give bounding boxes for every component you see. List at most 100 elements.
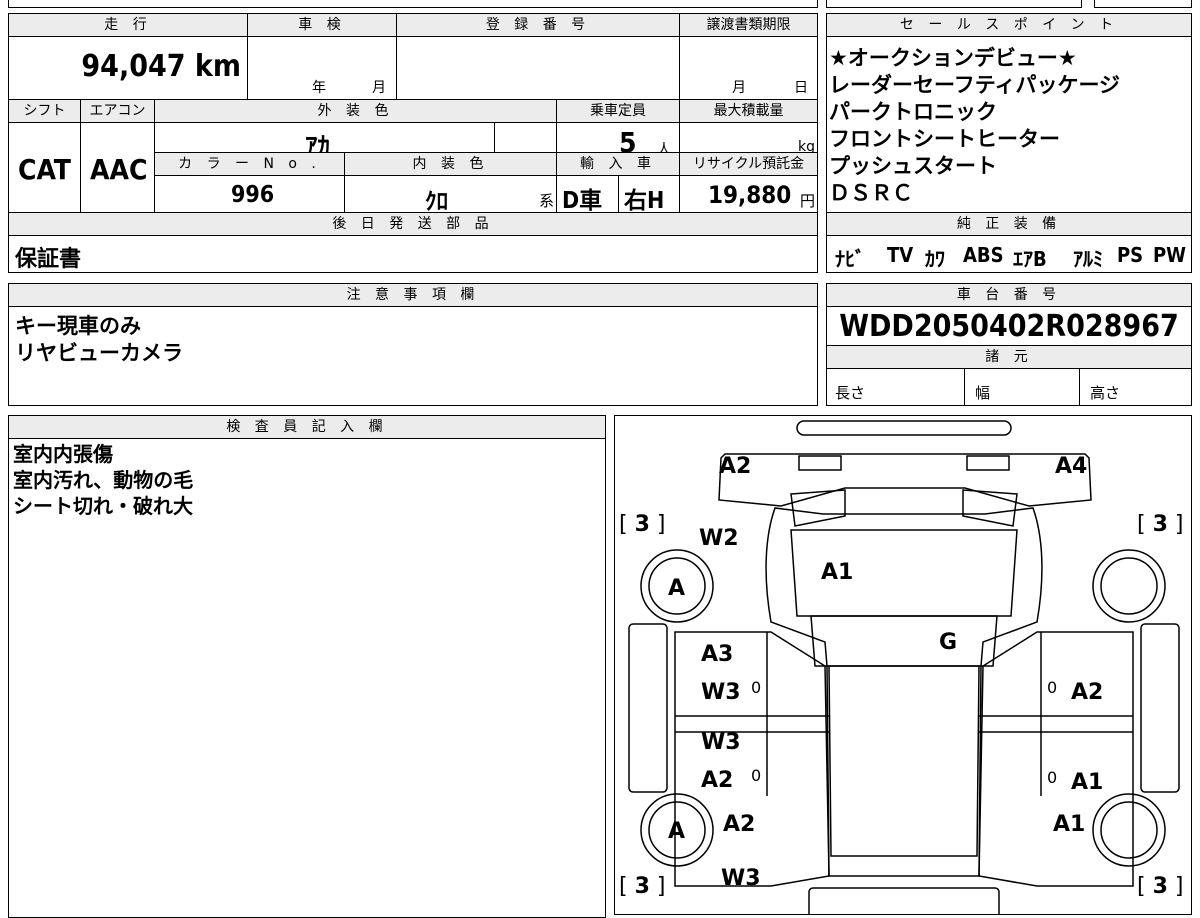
inspection-year-unit: 年 [312, 80, 326, 96]
tread-front-left: [ 3 ] [619, 874, 666, 899]
left-skirt [628, 623, 668, 793]
inspector-item: 室内内張傷 [13, 442, 113, 466]
sales-point-item: レーダーセーフティパッケージ [829, 73, 1121, 97]
max-load-label: 最大積載量 [679, 99, 818, 123]
later-shipment-value-cell: 保証書 [8, 235, 818, 273]
exterior-color-label: 外 装 色 [154, 99, 557, 123]
interior-color-unit: 系 [538, 192, 554, 210]
inspection-value-cell: 年 月 [247, 36, 397, 100]
registration-value-cell [396, 36, 680, 100]
dimensions-width-cell: 幅 [964, 368, 1080, 406]
dmg-l-door2a: W3 [701, 730, 741, 755]
dimensions-height-cell: 高さ [1079, 368, 1192, 406]
transfer-deadline-label: 譲渡書類期限 [679, 13, 818, 37]
interior-color-label: 内 装 色 [344, 152, 557, 176]
tire-front-right-inner [1100, 801, 1158, 859]
rear-lamp-left [798, 455, 842, 471]
shift-label: シフト [8, 99, 81, 123]
interior-color-value: ｸﾛ [425, 189, 448, 213]
inspection-label: 車 検 [247, 13, 397, 37]
later-shipment-value: 保証書 [15, 247, 82, 272]
transfer-month-unit: 月 [732, 80, 746, 96]
dimensions-length-cell: 長さ [826, 368, 965, 406]
equipment-label: 純 正 装 備 [826, 212, 1192, 236]
front-bumper [808, 887, 1000, 914]
dmg-l-fender: A2 [723, 812, 756, 837]
interior-color-value-cell: ｸﾛ 系 [344, 175, 557, 213]
chassis-label: 車 台 番 号 [826, 283, 1192, 307]
inspection-month-unit: 月 [372, 80, 386, 96]
equipment-item: ﾅﾋﾞ [835, 247, 865, 271]
dimensions-width-label: 幅 [975, 384, 991, 402]
dmg-l-zero-2: 0 [751, 766, 762, 785]
note-item: リヤビューカメラ [15, 341, 183, 365]
capacity-label: 乗車定員 [556, 99, 680, 123]
dmg-l-door1a: A3 [701, 642, 734, 667]
dmg-l-door2b: A2 [701, 768, 734, 793]
recycle-value-cell: 19,880 円 [679, 175, 818, 213]
notes-list: キー現車のみ リヤビューカメラ [8, 306, 818, 406]
recycle-value: 19,880 [708, 181, 792, 209]
transfer-day-unit: 日 [794, 80, 808, 96]
registration-label: 登 録 番 号 [396, 13, 680, 37]
import-drive-cell: D車 [556, 175, 619, 213]
rear-body-outline [718, 453, 1092, 507]
tread-front-right: [ 3 ] [1137, 874, 1184, 899]
chassis-value: WDD2050402R028967 [839, 309, 1179, 344]
aircon-value-cell: AAC [80, 122, 155, 213]
tire-rear-right-inner [1100, 557, 1158, 615]
inspector-item: シート切れ・破れ大 [13, 494, 193, 518]
tread-rear-left: [ 3 ] [619, 512, 666, 537]
dmg-l-bottom-w: W3 [721, 866, 761, 891]
import-label: 輸 入 車 [556, 152, 680, 176]
tread-rear-left-value: 3 [634, 512, 650, 537]
sales-points-label: セ ー ル ス ポ イ ン ト [826, 13, 1192, 37]
color-no-value-cell: 996 [154, 175, 345, 213]
dimensions-length-label: 長さ [835, 384, 866, 402]
sales-points-list: ★オークションデビュー★ レーダーセーフティパッケージ パークトロニック フロン… [826, 36, 1192, 213]
dmg-r-fender: A1 [1053, 812, 1086, 837]
shift-value: CAT [18, 153, 71, 186]
shift-value-cell: CAT [8, 122, 81, 213]
top-strip [8, 0, 818, 8]
front-glass [810, 615, 998, 667]
equipment-list: ﾅﾋﾞ TV ｶﾜ ABS ｴｱB ｱﾙﾐ PS PW [826, 235, 1192, 273]
dmg-tire-top: A [668, 576, 686, 601]
sales-point-item: フロントシートヒーター [829, 127, 1060, 151]
tire-front-right [1092, 793, 1166, 867]
dmg-rear-left: A2 [719, 454, 752, 479]
import-handle-cell: 右H [618, 175, 680, 213]
spec-table: 走 行 車 検 登 録 番 号 譲渡書類期限 94,047 km 年 月 月 日… [8, 13, 818, 213]
sales-point-item: ＤＳＲＣ [829, 181, 913, 205]
transfer-deadline-value-cell: 月 日 [679, 36, 818, 100]
aircon-label: エアコン [80, 99, 155, 123]
color-no-value: 996 [231, 182, 275, 208]
cabin [828, 665, 980, 857]
tread-rear-right-value: 3 [1152, 512, 1168, 537]
inspector-list: 室内内張傷 室内汚れ、動物の毛 シート切れ・破れ大 [8, 438, 606, 918]
rear-bumper [796, 420, 1012, 436]
tread-rear-right: [ 3 ] [1137, 512, 1184, 537]
later-shipment-label: 後 日 発 送 部 品 [8, 212, 818, 236]
right-side [978, 631, 1134, 887]
equipment-item: ｶﾜ [925, 247, 945, 271]
import-drive-value: D車 [562, 188, 603, 213]
tire-rear-right [1092, 549, 1166, 623]
recycle-unit: 円 [799, 192, 815, 210]
note-item: キー現車のみ [15, 314, 141, 338]
dmg-rear-right: A4 [1055, 454, 1088, 479]
chassis-value-cell: WDD2050402R028967 [826, 306, 1192, 346]
right-skirt [1140, 623, 1180, 793]
car-diagram-panel: A2 A4 W2 A1 G A A A3 W3 0 W3 A2 0 0 A2 0… [614, 415, 1192, 915]
rear-lamp-right [966, 455, 1010, 471]
dimensions-label: 諸 元 [826, 345, 1192, 369]
top-strip-right [826, 0, 1082, 8]
tread-front-left-value: 3 [634, 874, 650, 899]
dmg-glass: G [939, 630, 958, 655]
mileage-label: 走 行 [8, 13, 248, 37]
equipment-item: ABS [963, 243, 1004, 267]
dmg-tire-bottom: A [668, 819, 686, 844]
equipment-item: PW [1153, 243, 1187, 267]
inspector-label: 検 査 員 記 入 欄 [8, 415, 606, 439]
dmg-l-zero-1: 0 [751, 678, 762, 697]
